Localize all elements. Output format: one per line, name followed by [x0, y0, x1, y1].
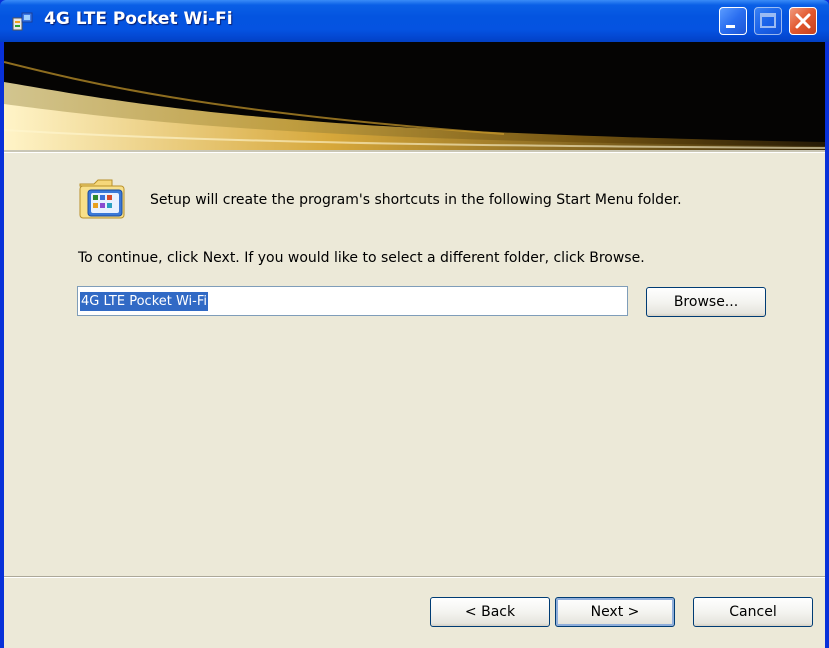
footer-divider: [4, 576, 825, 578]
window-title: 4G LTE Pocket Wi-Fi: [44, 9, 233, 29]
minimize-icon: [726, 25, 735, 28]
next-button[interactable]: Next >: [555, 597, 675, 627]
minimize-button[interactable]: [719, 7, 747, 35]
title-bar[interactable]: 4G LTE Pocket Wi-Fi: [0, 0, 829, 42]
maximize-icon: [760, 13, 776, 28]
banner-divider: [4, 150, 825, 153]
setup-message: Setup will create the program's shortcut…: [150, 192, 682, 208]
close-icon: [795, 13, 811, 29]
back-button[interactable]: < Back: [430, 597, 550, 627]
banner-image: [4, 42, 825, 150]
gold-swoosh-banner: [4, 42, 825, 150]
continue-instruction: To continue, click Next. If you would li…: [78, 250, 645, 266]
installer-window: 4G LTE Pocket Wi-Fi Setup will create th…: [0, 0, 829, 648]
close-button[interactable]: [789, 7, 817, 35]
cancel-button[interactable]: Cancel: [693, 597, 813, 627]
maximize-button[interactable]: [754, 7, 782, 35]
start-menu-folder-input[interactable]: 4G LTE Pocket Wi-Fi: [77, 286, 628, 316]
start-menu-folder-icon: [79, 179, 125, 219]
folder-input-value: 4G LTE Pocket Wi-Fi: [80, 292, 209, 311]
installer-icon: [12, 12, 33, 31]
browse-button[interactable]: Browse...: [646, 287, 766, 317]
